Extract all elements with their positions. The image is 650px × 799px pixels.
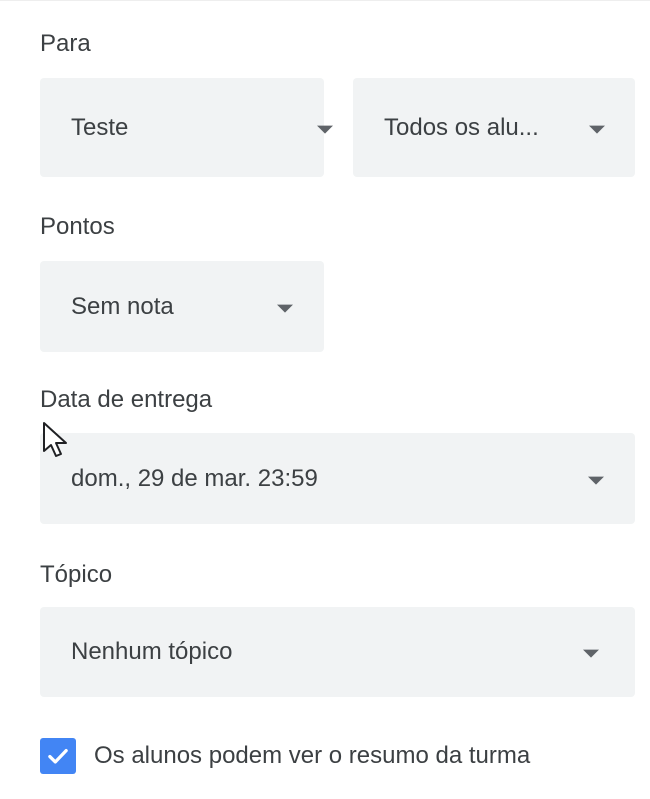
assignment-settings-panel: Para Teste Todos os alu... Pontos Sem no… — [0, 0, 650, 799]
para-label: Para — [40, 30, 91, 57]
pontos-label: Pontos — [40, 213, 115, 240]
due-date-select[interactable]: dom., 29 de mar. 23:59 — [40, 433, 635, 524]
class-select-value: Teste — [71, 113, 129, 141]
due-date-label: Data de entrega — [40, 386, 213, 413]
check-icon — [48, 748, 68, 764]
students-select-value: Todos os alu... — [384, 113, 539, 141]
points-select[interactable]: Sem nota — [40, 261, 324, 352]
dropdown-arrow-icon — [588, 476, 604, 485]
points-select-value: Sem nota — [71, 292, 174, 320]
dropdown-arrow-icon — [589, 125, 605, 134]
due-date-select-value: dom., 29 de mar. 23:59 — [71, 464, 318, 492]
class-select[interactable]: Teste — [40, 78, 333, 177]
summary-checkbox-row[interactable]: Os alunos podem ver o resumo da turma — [40, 736, 530, 776]
summary-checkbox[interactable] — [40, 738, 76, 774]
topic-label: Tópico — [40, 561, 113, 588]
topic-select[interactable]: Nenhum tópico — [40, 607, 635, 697]
dropdown-arrow-icon — [317, 125, 333, 134]
dropdown-arrow-icon — [583, 649, 599, 658]
dropdown-arrow-icon — [277, 304, 293, 313]
topic-select-value: Nenhum tópico — [71, 638, 233, 665]
summary-checkbox-label: Os alunos podem ver o resumo da turma — [94, 742, 531, 769]
students-select[interactable]: Todos os alu... — [353, 78, 635, 177]
